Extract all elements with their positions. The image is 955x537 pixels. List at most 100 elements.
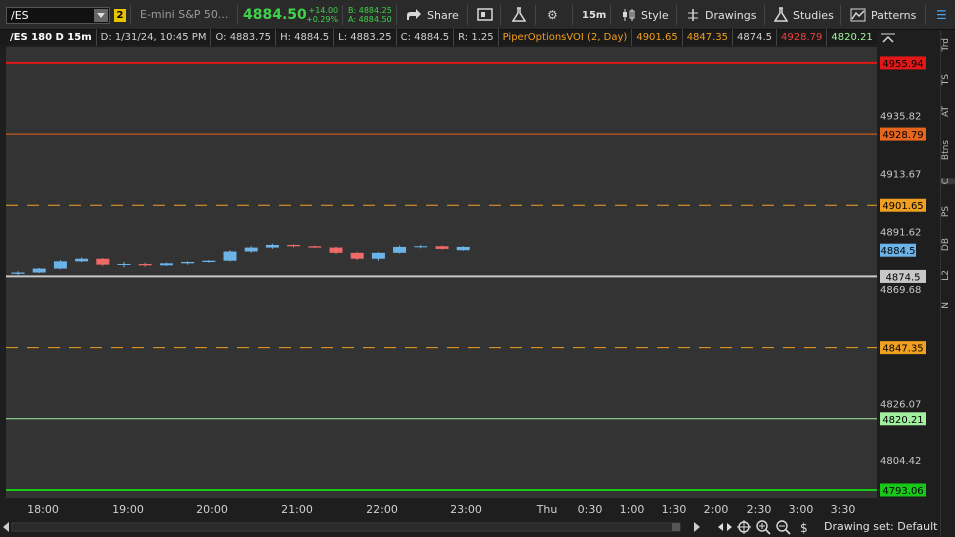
candle-body[interactable] (11, 272, 25, 274)
link-group-badge[interactable]: 2 (114, 9, 126, 22)
candle-body[interactable] (393, 246, 407, 253)
dollar-icon[interactable]: $ (800, 521, 808, 535)
bid-ask-block: B: 4884.25 A: 4884.50 (348, 6, 392, 24)
divider (925, 5, 926, 25)
bar-date: D: 1/31/24, 10:45 PM (97, 29, 212, 46)
time-tick-label: 20:00 (196, 503, 228, 516)
last-price: 4884.50 (243, 7, 307, 23)
candle-body[interactable] (96, 258, 110, 265)
candle-body[interactable] (265, 244, 279, 248)
zoom-in-icon[interactable] (756, 520, 771, 535)
divider (535, 5, 536, 25)
price-axis[interactable]: 4955.94 4928.79 4901.65 4874.5 4847.35 4820.2… (877, 47, 929, 498)
candle-body[interactable] (456, 246, 470, 251)
patterns-button[interactable]: Patterns (846, 4, 920, 26)
candle-body[interactable] (350, 252, 364, 259)
candle-body[interactable] (117, 263, 131, 265)
candle-body[interactable] (308, 246, 322, 248)
menu-icon: ☰ (936, 8, 947, 22)
candle-body[interactable] (371, 252, 385, 259)
bar-high: H: 4884.5 (276, 29, 335, 46)
candle-body[interactable] (329, 247, 343, 253)
candle-body[interactable] (202, 260, 216, 263)
bar-close: C: 4884.5 (397, 29, 455, 46)
time-tick-label: 3:00 (789, 503, 814, 516)
drawings-button[interactable]: Drawings (682, 4, 760, 26)
candle-body[interactable] (223, 251, 237, 261)
study-value-1: 4901.65 (632, 29, 683, 46)
candle-body[interactable] (414, 246, 428, 248)
rail-tab-c[interactable]: C (941, 178, 955, 185)
price-tick-label: 4869.68 (880, 285, 921, 296)
chart-panel[interactable] (6, 47, 877, 498)
divider (342, 5, 343, 25)
symbol-description: E-mini S&P 50... (140, 8, 229, 21)
level-price-text: 4793.06 (882, 486, 923, 497)
divider (237, 5, 238, 25)
zoom-out-icon[interactable] (776, 520, 791, 535)
divider (500, 5, 501, 25)
symbol-text: /ES (11, 9, 29, 22)
time-tick-label: 3:30 (831, 503, 856, 516)
bar-range: R: 1.25 (454, 29, 499, 46)
bar-open: O: 4883.75 (211, 29, 277, 46)
level-price-text: 4928.79 (882, 130, 923, 141)
share-icon (407, 9, 421, 20)
studies-button[interactable]: Studies (770, 4, 838, 26)
price-chart[interactable] (6, 47, 877, 498)
drawings-icon (688, 9, 698, 21)
candle-body[interactable] (53, 261, 67, 269)
net-change: +14.00 (308, 6, 339, 15)
rail-tab-ts[interactable]: TS (941, 74, 955, 85)
time-tick-label: 1:30 (662, 503, 687, 516)
svg-text:$: $ (800, 521, 808, 535)
time-tick-label: 23:00 (450, 503, 482, 516)
last-price-text: 4884.5 (881, 246, 916, 257)
timeframe-button[interactable]: 15m (578, 4, 610, 26)
price-tick-label: 4804.42 (880, 456, 921, 467)
percent-change: +0.29% (306, 15, 339, 24)
candle-body[interactable] (244, 247, 258, 252)
candle-body[interactable] (181, 262, 195, 264)
level-price-text: 4955.94 (882, 59, 923, 70)
candle-body[interactable] (435, 246, 449, 249)
rail-tab-trd[interactable]: Trd (941, 38, 955, 51)
study-name[interactable]: PiperOptionsVOI (2, Day) (499, 29, 633, 46)
divider (764, 5, 765, 25)
candle-body[interactable] (159, 263, 173, 266)
collapse-icon[interactable] (880, 33, 896, 43)
drawing-set-selector[interactable]: Drawing set: Default (824, 520, 937, 533)
rail-tab-db[interactable]: DB (941, 238, 955, 251)
time-tick-label: 0:30 (578, 503, 603, 516)
rail-tab-ps[interactable]: PS (941, 206, 955, 217)
rail-tab-btns[interactable]: Btns (941, 140, 955, 160)
rail-tab-l2[interactable]: L2 (941, 270, 955, 281)
share-button[interactable]: Share (402, 4, 463, 26)
candle-body[interactable] (75, 258, 89, 262)
candle-body[interactable] (138, 263, 152, 266)
scrollbar-thumb[interactable] (672, 523, 680, 531)
flask-button[interactable] (508, 4, 530, 26)
candle-body[interactable] (32, 268, 46, 273)
scroll-left-icon[interactable] (3, 522, 9, 532)
horizontal-scrollbar[interactable] (11, 522, 681, 532)
scroll-right-icon[interactable] (694, 522, 700, 532)
candle-style-icon (623, 9, 635, 21)
symbol-selector[interactable]: /ES (6, 7, 110, 24)
style-button[interactable]: Style (618, 4, 673, 26)
chevron-down-icon[interactable] (94, 9, 108, 22)
menu-button[interactable]: ☰ (932, 4, 951, 26)
chart-settings-button[interactable] (473, 4, 497, 26)
time-axis[interactable]: 18:00 19:00 20:00 21:00 22:00 23:00 Thu 0:30 1:0… (0, 498, 940, 518)
rail-tab-at[interactable]: AT (941, 106, 955, 117)
expand-collapse-icon[interactable] (718, 523, 732, 531)
crosshair-icon[interactable] (737, 520, 751, 534)
settings-button[interactable]: ⚙ (543, 4, 562, 26)
level-price-text: 4847.35 (882, 344, 923, 355)
time-tick-label: 18:00 (27, 503, 59, 516)
price-tick-label: 4935.82 (880, 112, 921, 123)
divider (676, 5, 677, 25)
change-block: +14.00 +0.29% (306, 6, 338, 24)
candle-body[interactable] (287, 244, 301, 247)
rail-tab-n[interactable]: N (941, 302, 955, 309)
